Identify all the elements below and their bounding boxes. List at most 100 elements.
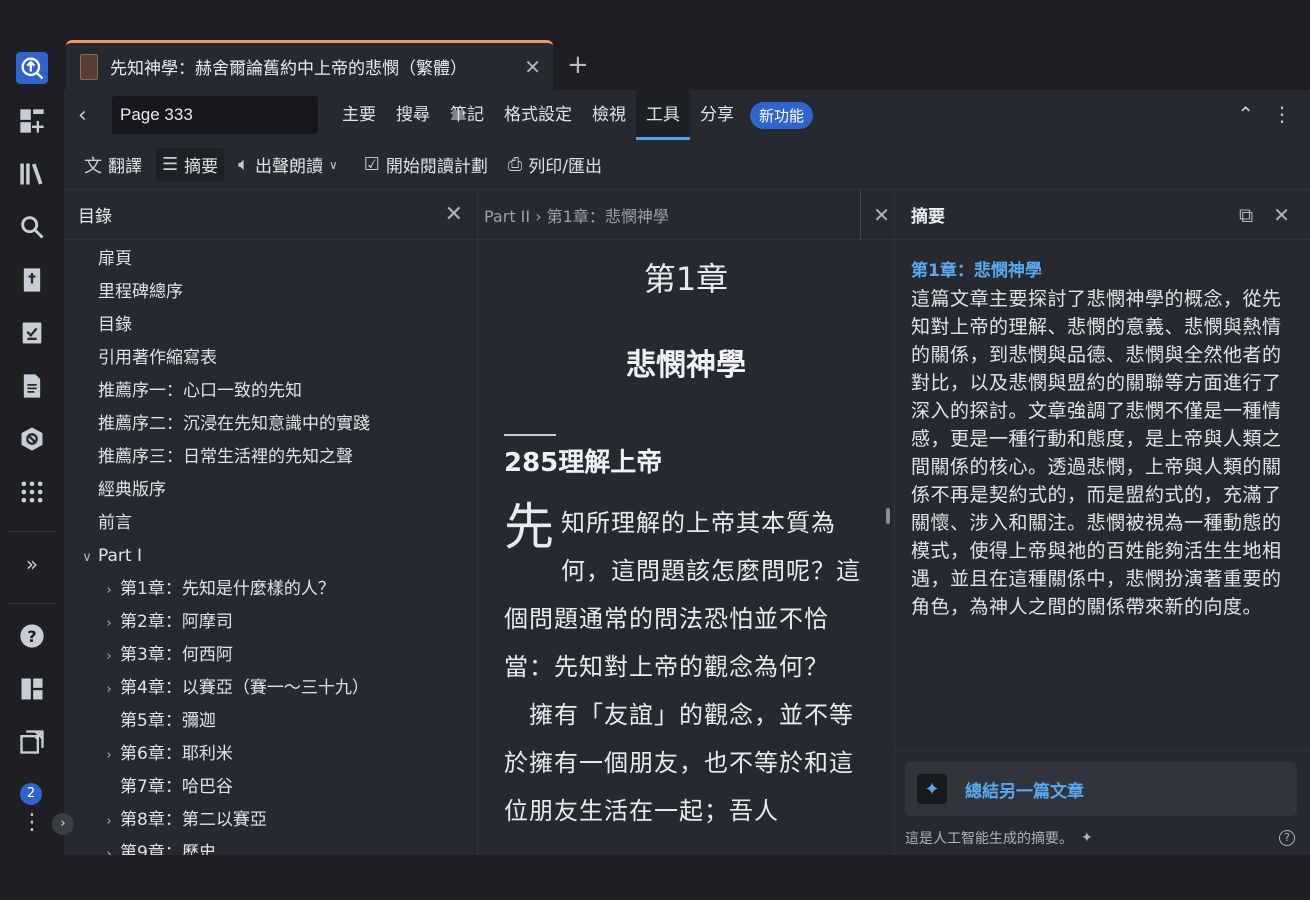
toc-item-label: 推薦序三：日常生活裡的先知之聲 <box>98 447 353 467</box>
menu-share[interactable]: 分享 <box>690 90 744 140</box>
toc-item[interactable]: 推薦序二：沉浸在先知意識中的實踐 <box>64 408 477 441</box>
tab-bar: 先知神學：赫舍爾論舊約中上帝的悲憫（繁體） ✕ + <box>64 40 1310 90</box>
summary-text: 這篇文章主要探討了悲憫神學的概念，從先知對上帝的理解、悲憫的意義、悲憫與熱情的關… <box>911 288 1282 618</box>
chevron-right-icon[interactable]: › <box>98 673 120 706</box>
toc-item-label: 第4章：以賽亞（賽一～三十九） <box>120 678 369 698</box>
toc-item[interactable]: › 第2章：阿摩司 <box>64 606 477 639</box>
read-aloud-button[interactable]: 🔈︎ 出聲朗讀 ∨ <box>232 148 350 181</box>
close-toc-icon[interactable]: ✕ <box>445 202 463 227</box>
toc-item-label: 第9章：歷史 <box>120 843 216 855</box>
close-summary-icon[interactable]: ✕ <box>1273 203 1290 227</box>
menu-home[interactable]: 主要 <box>332 90 386 140</box>
menu-notes[interactable]: 筆記 <box>440 90 494 140</box>
summarize-another-label: 總結另一篇文章 <box>965 781 1084 802</box>
summary-title: 摘要 <box>911 207 945 227</box>
toc-item[interactable]: › 第9章：歷史 <box>64 837 477 855</box>
menu-view[interactable]: 檢視 <box>582 90 636 140</box>
reading-pane: Part II › 第1章：悲憫神學 ✕ 第1章 悲憫神學 285理解上帝 先知所… <box>478 190 894 855</box>
print-label: 列印/匯出 <box>528 157 603 177</box>
toc-item-label: 里程碑總序 <box>98 282 183 302</box>
toc-item[interactable]: 目錄 <box>64 309 477 342</box>
toc-item[interactable]: 第5章：彌迦 <box>64 705 477 738</box>
summary-button[interactable]: ☰ 摘要 <box>156 148 225 181</box>
back-arrow-icon[interactable]: ‹ <box>78 103 108 128</box>
toc-item-label: 第3章：何西阿 <box>120 645 233 665</box>
toc-item[interactable]: 扉頁 <box>64 243 477 276</box>
new-features-badge[interactable]: 新功能 <box>750 101 814 129</box>
paragraph-1: 知所理解的上帝其本質為何，這問題該怎麼問呢？這個問題通常的問法恐怕並不恰當：先知… <box>504 509 861 681</box>
toc-item[interactable]: 前言 <box>64 507 477 540</box>
menu-tools[interactable]: 工具 <box>636 90 690 140</box>
more-options-icon[interactable]: ⋮ <box>1272 102 1292 126</box>
ai-disclaimer: 這是人工智能生成的摘要。 <box>905 831 1073 847</box>
toc-item[interactable]: › 第1章：先知是什麼樣的人？ <box>64 573 477 606</box>
toc-item-label: 第2章：阿摩司 <box>120 612 233 632</box>
sparkle-small-icon: ✦ <box>1081 830 1093 846</box>
summarize-another-button[interactable]: ✦ 總結另一篇文章 <box>905 762 1297 816</box>
chevron-right-icon[interactable]: › <box>98 739 120 772</box>
toc-item[interactable]: 第7章：哈巴谷 <box>64 771 477 804</box>
toc-item-label: 推薦序二：沉浸在先知意識中的實踐 <box>98 414 370 434</box>
main-menu: 主要 搜尋 筆記 格式設定 檢視 工具 分享 新功能 <box>332 90 814 140</box>
toc-item[interactable]: › 第8章：第二以賽亞 <box>64 804 477 837</box>
page-input[interactable]: Page 333 <box>112 96 318 134</box>
toc-item[interactable]: 里程碑總序 <box>64 276 477 309</box>
summary-divider <box>895 750 1310 751</box>
summary-icon: ☰ <box>162 154 179 175</box>
toc-item[interactable]: › 第4章：以賽亞（賽一～三十九） <box>64 672 477 705</box>
paragraph-2: 擁有「友誼」的觀念，並不等於擁有一個朋友，也不等於和這位朋友生活在一起；吾人 <box>504 701 854 825</box>
scrollbar-thumb[interactable] <box>886 508 890 524</box>
chapter-title: 悲憫神學 <box>626 348 746 383</box>
summary-subtitle: 第1章：悲憫神學 <box>911 261 1042 281</box>
toc-item[interactable]: › 第3章：何西阿 <box>64 639 477 672</box>
section-rule <box>504 434 556 436</box>
chevron-right-icon[interactable]: › <box>98 607 120 640</box>
collapse-up-icon[interactable]: ⌃ <box>1237 102 1254 126</box>
book-tab[interactable]: 先知神學：赫舍爾論舊約中上帝的悲憫（繁體） ✕ <box>66 40 553 90</box>
chevron-right-icon[interactable]: › <box>98 838 120 855</box>
book-cover-icon <box>80 53 98 80</box>
summary-label: 摘要 <box>184 157 219 177</box>
copy-icon[interactable]: ⧉ <box>1239 203 1253 227</box>
close-reader-icon[interactable]: ✕ <box>860 190 890 240</box>
toc-item-label: 推薦序一：心口一致的先知 <box>98 381 302 401</box>
translate-button[interactable]: 文翻譯 <box>78 148 148 182</box>
chevron-right-icon[interactable]: › <box>98 574 120 607</box>
menu-search[interactable]: 搜尋 <box>386 90 440 140</box>
calendar-check-icon: ☑ <box>363 154 380 175</box>
expand-rail-button[interactable]: › <box>52 813 74 835</box>
help-circle-icon[interactable]: ? <box>1279 830 1295 846</box>
chevron-down-icon[interactable]: ∨ <box>76 541 98 574</box>
chapter-body: 先知所理解的上帝其本質為何，這問題該怎麼問呢？這個問題通常的問法恐怕並不恰當：先… <box>504 499 874 835</box>
toc-title: 目錄 <box>78 207 112 227</box>
sparkle-icon: ✦ <box>917 774 947 804</box>
chevron-right-icon[interactable]: › <box>98 640 120 673</box>
speaker-icon: 🔈︎ <box>238 154 249 175</box>
reading-plan-label: 開始閱讀計劃 <box>385 157 488 177</box>
toc-item[interactable]: 經典版序 <box>64 474 477 507</box>
close-tab-icon[interactable]: ✕ <box>524 55 541 79</box>
toc-item-label: 目錄 <box>98 315 132 335</box>
toc-item[interactable]: ∨ Part I <box>64 540 477 573</box>
chevron-right-icon[interactable]: › <box>98 805 120 838</box>
chevron-down-icon: ∨ <box>328 157 338 172</box>
tools-toolbar: 文翻譯 ☰ 摘要 🔈︎ 出聲朗讀 ∨ ☑ 開始閱讀計劃 ⎙ 列印/匯出 <box>64 140 1310 190</box>
toc-item[interactable]: 推薦序三：日常生活裡的先知之聲 <box>64 441 477 474</box>
new-tab-button[interactable]: + <box>567 50 589 80</box>
toc-item-label: 經典版序 <box>98 480 166 500</box>
breadcrumb[interactable]: Part II › 第1章：悲憫神學 <box>484 203 669 227</box>
toc-item[interactable]: › 第6章：耶利米 <box>64 738 477 771</box>
toc-item-label: 第5章：彌迦 <box>120 711 216 731</box>
toc-item[interactable]: 引用著作縮寫表 <box>64 342 477 375</box>
toc-item-label: 扉頁 <box>98 249 132 269</box>
drop-cap: 先 <box>504 498 555 556</box>
print-export-button[interactable]: ⎙ 列印/匯出 <box>502 148 608 181</box>
reading-plan-button[interactable]: ☑ 開始閱讀計劃 <box>358 148 494 181</box>
section-title: 285理解上帝 <box>504 448 663 478</box>
menu-bar: ‹ Page 333 主要 搜尋 筆記 格式設定 檢視 工具 分享 新功能 ⌃ … <box>64 90 1310 140</box>
menu-format[interactable]: 格式設定 <box>494 90 582 140</box>
toc-item-label: 前言 <box>98 513 132 533</box>
toc-item-label: 第7章：哈巴谷 <box>120 777 233 797</box>
toc-item-label: 第6章：耶利米 <box>120 744 233 764</box>
toc-item[interactable]: 推薦序一：心口一致的先知 <box>64 375 477 408</box>
